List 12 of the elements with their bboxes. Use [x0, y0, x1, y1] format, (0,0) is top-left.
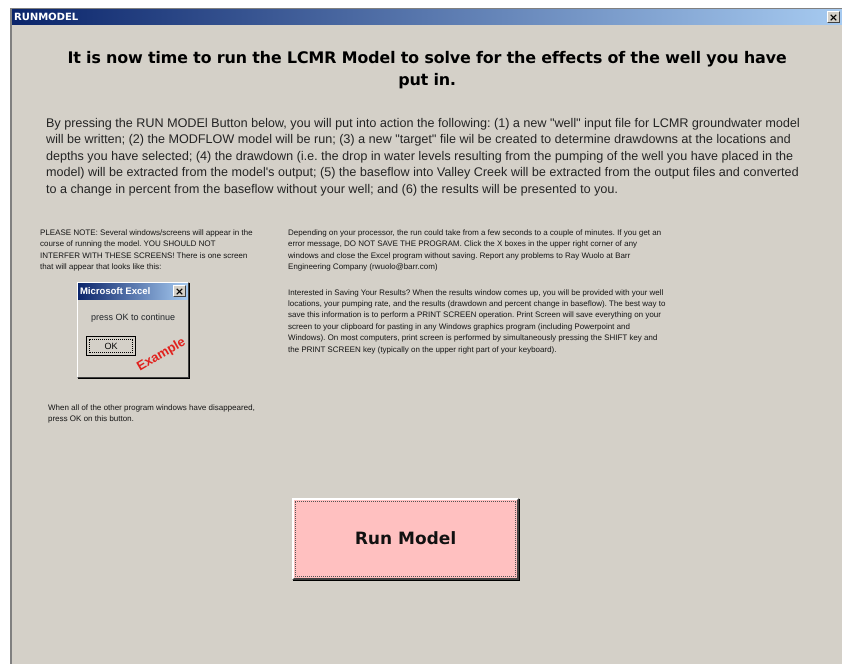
note-paragraph: PLEASE NOTE: Several windows/screens will appear in the course of running the model. YOU SHOULD NOT INTERFER WITH THESE SCREENS! There is one screen that will appear that looks like this:: [40, 227, 254, 273]
run-model-button[interactable]: Run Model: [292, 498, 519, 580]
instruction-paragraph: When all of the other program windows have disappeared, press OK on this button.: [48, 402, 255, 424]
info-paragraph: Interested in Saving Your Results? When the results window comes up, you will be provided with your well locations, your pumping rate, and the results (drawdown and percent change in baseflow). The best way to save this information is to perform a PRINT SCREEN operation. Print Screen will save everything on your screen to your clipboard for pasting in any Windows graphics program (including Powerpoint and Windows). On most computers, print screen is performed by simultaneously pressing the SHIFT key and the PRINT SCREEN key (typically on the upper right part of your keyboard).: [288, 286, 666, 356]
info-paragraph: Depending on your processor, the run could take from a few seconds to a couple of minutes. If you get an error message, DO NOT SAVE THE PROGRAM. Click the X boxes in the upper right corner of any windows and close the Excel program without saving. Report any problems to Ray Wuolo at Barr Engineering Company (rwuolo@barr.com): [288, 227, 662, 273]
dialog-title: Microsoft Excel: [80, 286, 150, 297]
intro-paragraph: By pressing the RUN MODEl Button below, you will put into action the following: (1) a new "well" input file for LCMR groundwater model will be written; (2) the MODFLOW model will be run; (3) a new "target" file wil be created to determine drawdowns at the locations and depths you have selected; (4) the drawdown (i.e. the drop in water levels resulting from the pumping of the well you have placed in the model) will be extracted from the model's output; (5) the baseflow into Valley Creek will be extracted from the output files and converted to a change in percent from the baseflow without your well; and (6) the results will be presented to you.: [46, 115, 801, 198]
dialog-message: press OK to continue: [90, 312, 176, 322]
close-button[interactable]: ×: [827, 11, 840, 23]
ok-button[interactable]: OK: [86, 336, 136, 356]
window-title: RUNMODEL: [14, 12, 78, 22]
heading: It is now time to run the LCMR Model to solve for the effects of the well you have put in.: [66, 47, 788, 91]
